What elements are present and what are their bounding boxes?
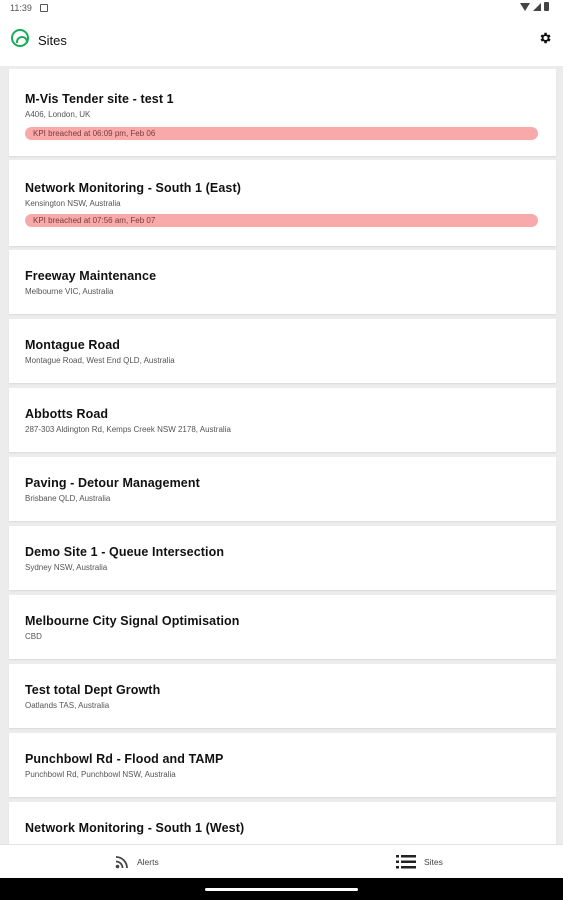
site-card[interactable]: Melbourne City Signal Optimisation CBD (9, 595, 556, 659)
wifi-icon (520, 2, 530, 11)
site-address: Montague Road, West End QLD, Australia (25, 356, 175, 365)
status-bar: 11:39 (0, 0, 563, 18)
site-name: Paving - Detour Management (25, 476, 200, 490)
gear-icon[interactable] (538, 31, 552, 45)
status-icons (520, 2, 549, 11)
site-address: CBD (25, 632, 42, 641)
nav-alerts-tab[interactable]: Alerts (115, 855, 159, 869)
site-address: A406, London, UK (25, 110, 91, 119)
site-card[interactable]: Network Monitoring - South 1 (East) Kens… (9, 160, 556, 246)
site-address: Sydney NSW, Australia (25, 563, 108, 572)
site-name: Abbotts Road (25, 407, 109, 421)
signal-icon (533, 2, 541, 11)
rss-icon (115, 856, 128, 869)
site-card[interactable]: Network Monitoring - South 1 (West) (9, 802, 556, 844)
app-bar: Sites (0, 18, 563, 62)
site-card[interactable]: Test total Dept Growth Oatlands TAS, Aus… (9, 664, 556, 728)
site-card[interactable]: Punchbowl Rd - Flood and TAMP Punchbowl … (9, 733, 556, 797)
site-card[interactable]: Abbotts Road 287-303 Aldington Rd, Kemps… (9, 388, 556, 452)
site-card[interactable]: Paving - Detour Management Brisbane QLD,… (9, 457, 556, 521)
site-name: Punchbowl Rd - Flood and TAMP (25, 752, 224, 766)
nav-alerts-label: Alerts (137, 857, 159, 867)
page-title: Sites (38, 33, 67, 48)
bottom-navigation: Alerts Sites (0, 844, 563, 879)
status-time: 11:39 (10, 3, 32, 13)
site-name: M-Vis Tender site - test 1 (25, 92, 174, 106)
site-name: Test total Dept Growth (25, 683, 161, 697)
notification-icon (40, 4, 48, 12)
kpi-breach-badge: KPI breached at 07:56 am, Feb 07 (25, 214, 538, 227)
nav-sites-label: Sites (424, 857, 443, 867)
site-card[interactable]: Demo Site 1 - Queue Intersection Sydney … (9, 526, 556, 590)
app-logo-icon (11, 29, 29, 47)
site-name: Melbourne City Signal Optimisation (25, 614, 240, 628)
site-card[interactable]: Montague Road Montague Road, West End QL… (9, 319, 556, 383)
site-card[interactable]: M-Vis Tender site - test 1 A406, London,… (9, 69, 556, 156)
list-icon (396, 855, 416, 869)
kpi-breach-badge: KPI breached at 06:09 pm, Feb 06 (25, 127, 538, 140)
site-card[interactable]: Freeway Maintenance Melbourne VIC, Austr… (9, 250, 556, 314)
site-name: Montague Road (25, 338, 121, 352)
site-address: Brisbane QLD, Australia (25, 494, 111, 503)
sites-list[interactable]: M-Vis Tender site - test 1 A406, London,… (0, 66, 563, 844)
nav-sites-tab[interactable]: Sites (396, 855, 443, 869)
site-address: Oatlands TAS, Australia (25, 701, 110, 710)
site-address: Punchbowl Rd, Punchbowl NSW, Australia (25, 770, 176, 779)
site-address: 287-303 Aldington Rd, Kemps Creek NSW 21… (25, 425, 231, 434)
site-address: Kensington NSW, Australia (25, 199, 121, 208)
site-name: Network Monitoring - South 1 (West) (25, 821, 245, 835)
battery-icon (544, 2, 549, 11)
home-gesture-handle[interactable] (205, 888, 358, 891)
site-name: Demo Site 1 - Queue Intersection (25, 545, 225, 559)
site-name: Freeway Maintenance (25, 269, 157, 283)
site-name: Network Monitoring - South 1 (East) (25, 181, 241, 195)
site-address: Melbourne VIC, Australia (25, 287, 114, 296)
